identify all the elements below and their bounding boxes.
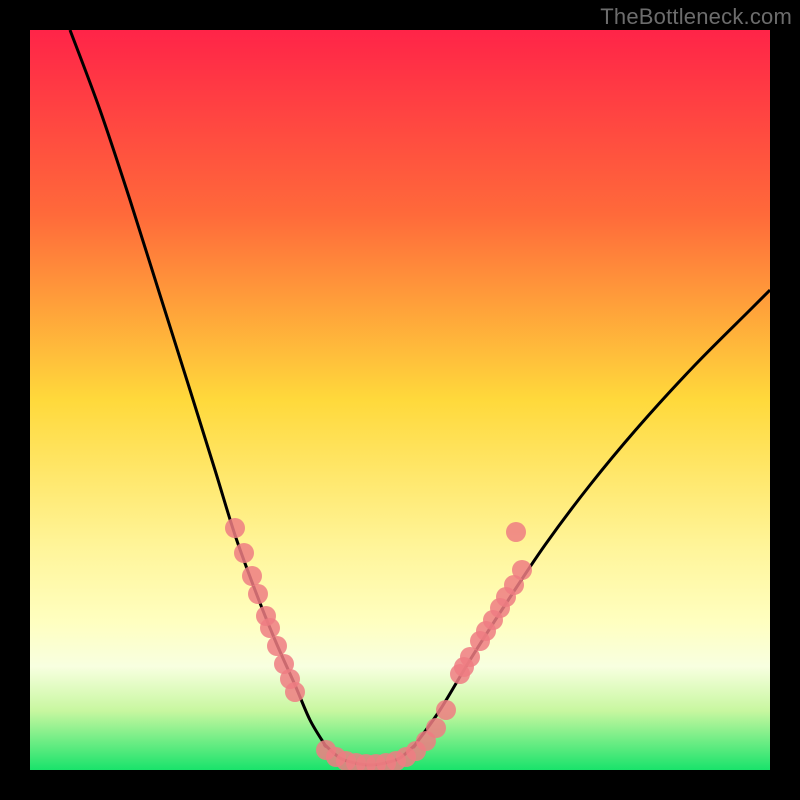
data-point-right	[512, 560, 532, 580]
data-point-right	[506, 522, 526, 542]
watermark-text: TheBottleneck.com	[600, 4, 792, 30]
data-point-left	[260, 618, 280, 638]
chart-frame: TheBottleneck.com	[0, 0, 800, 800]
data-point-left	[267, 636, 287, 656]
data-point-floor	[436, 700, 456, 720]
chart-svg	[30, 30, 770, 770]
plot-area	[30, 30, 770, 770]
data-point-left	[234, 543, 254, 563]
data-point-left	[225, 518, 245, 538]
data-point-left	[248, 584, 268, 604]
data-point-left	[285, 682, 305, 702]
data-point-floor	[426, 718, 446, 738]
gradient-background	[30, 30, 770, 770]
data-point-left	[242, 566, 262, 586]
